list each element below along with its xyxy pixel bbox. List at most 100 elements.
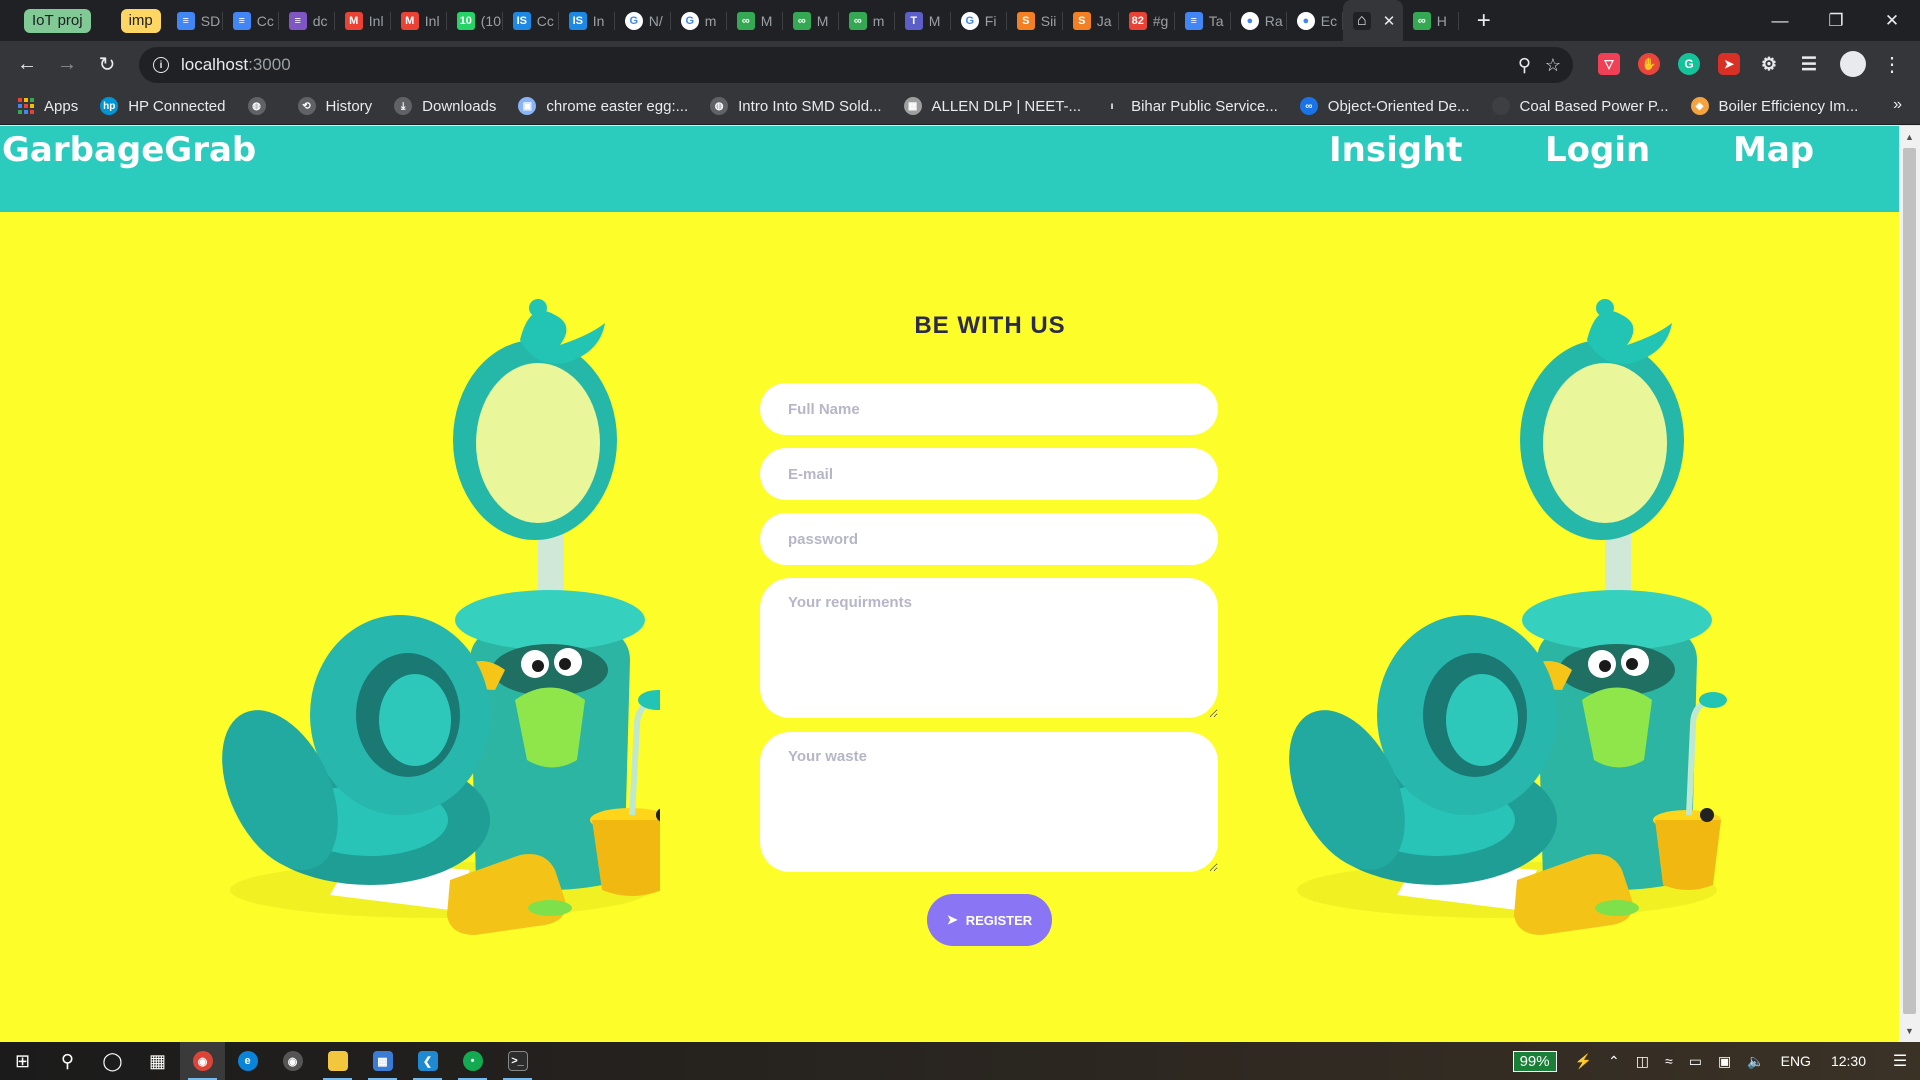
bookmark-item[interactable]: ∞ Object-Oriented De... <box>1299 97 1470 115</box>
restore-button[interactable]: ❐ <box>1808 0 1864 41</box>
bookmark-item[interactable]: Apps <box>18 98 78 115</box>
browser-tab[interactable]: S Ja <box>1063 0 1119 41</box>
browser-tab[interactable]: M Inl <box>335 0 391 41</box>
browser-tab[interactable]: G Fi <box>951 0 1007 41</box>
scrollbar-thumb[interactable] <box>1903 148 1916 1014</box>
explorer-taskbar-icon[interactable] <box>315 1042 360 1080</box>
requirements-textarea[interactable] <box>760 578 1218 718</box>
pocket-icon[interactable]: ▽ <box>1598 53 1620 75</box>
browser-tab[interactable]: ∞ m <box>839 0 895 41</box>
more-bookmarks-icon[interactable]: » <box>1893 96 1902 114</box>
chrome-taskbar-icon[interactable]: ◉ <box>180 1042 225 1080</box>
back-button[interactable]: ← <box>7 45 47 85</box>
bookmark-item[interactable]: ◍ <box>247 97 276 115</box>
site-brand[interactable]: GarbageGrab <box>2 130 256 170</box>
extension-red-icon[interactable]: ➤ <box>1718 53 1740 75</box>
browser-tab[interactable]: TM <box>895 0 951 41</box>
adblock-icon[interactable]: ✋ <box>1638 53 1660 75</box>
password-input[interactable] <box>760 513 1218 565</box>
browser-tab[interactable]: ⌂ ✕ <box>1342 0 1403 41</box>
browser-tab[interactable]: ∞ M <box>783 0 839 41</box>
browser-tab[interactable]: 10 (10 <box>447 0 503 41</box>
bookmarks-bar: Apps hp HP Connected ◍ ⟲ History ⤓ Downloads ▣ ch… <box>0 88 1920 125</box>
zoom-icon[interactable]: ⚲ <box>1518 55 1531 76</box>
browser-menu-icon[interactable]: ⋮ <box>1882 52 1902 77</box>
browser-tab[interactable]: ● Ra <box>1231 0 1287 41</box>
grammarly-icon[interactable]: G <box>1678 53 1700 75</box>
start-button[interactable]: ⊞ <box>0 1042 45 1080</box>
browser-tab[interactable]: ≡ SD <box>167 0 223 41</box>
wifi-icon[interactable]: ≈ <box>1665 1053 1673 1069</box>
tab-group-imp[interactable]: imp <box>120 8 161 33</box>
bookmark-item[interactable]: ı Bihar Public Service... <box>1103 97 1278 115</box>
address-bar[interactable]: i localhost:3000 ⚲ ☆ <box>139 47 1573 83</box>
volume-icon[interactable]: 🔈 <box>1747 1053 1764 1070</box>
browser-tab[interactable]: S Sii <box>1007 0 1063 41</box>
bookmark-item[interactable]: ◍ Intro Into SMD Sold... <box>710 97 882 115</box>
minimize-button[interactable]: — <box>1752 0 1808 41</box>
waste-textarea[interactable] <box>760 732 1218 872</box>
scroll-up-arrow[interactable]: ▲ <box>1905 132 1914 142</box>
browser-tab[interactable]: 82 #g <box>1119 0 1175 41</box>
show-hidden-icons-chevron[interactable]: ⌃ <box>1608 1053 1620 1070</box>
notifications-icon[interactable]: ☰ <box>1880 1042 1920 1080</box>
vscode-taskbar-icon[interactable]: ❮ <box>405 1042 450 1080</box>
browser-tab[interactable]: ● Ec <box>1287 0 1343 41</box>
full-name-input[interactable] <box>760 383 1218 435</box>
bookmark-item[interactable]: ⤓ Downloads <box>394 97 496 115</box>
extensions-puzzle-icon[interactable]: ⚙ <box>1758 53 1780 75</box>
display-icon[interactable]: ▣ <box>1718 1053 1731 1070</box>
language-indicator[interactable]: ENG <box>1781 1053 1811 1069</box>
calendar-taskbar-icon[interactable]: ▦ <box>360 1042 405 1080</box>
tab-group-iot[interactable]: IoT proj <box>24 8 91 33</box>
browser-tab[interactable]: M Inl <box>391 0 447 41</box>
browser-tab[interactable]: ≡ Ta <box>1175 0 1231 41</box>
browser-tab[interactable]: IS Cc <box>503 0 559 41</box>
nav-map[interactable]: Map <box>1733 130 1814 170</box>
bookmark-item[interactable]: ▦ ALLEN DLP | NEET-... <box>903 97 1081 115</box>
system-tray: 99% ⚡ ⌃ ◫ ≈ ▭ ▣ 🔈 ENG 12:30 ☰ <box>1512 1042 1920 1080</box>
email-input[interactable] <box>760 448 1218 500</box>
scroll-down-arrow[interactable]: ▼ <box>1905 1026 1914 1036</box>
mongodb-taskbar-icon[interactable]: • <box>450 1042 495 1080</box>
task-view-icon[interactable]: ▦ <box>135 1042 180 1080</box>
browser-tab[interactable]: ∞ M <box>727 0 783 41</box>
power-plug-icon[interactable]: ⚡ <box>1575 1053 1592 1070</box>
bookmark-item[interactable]: ▣ chrome easter egg:... <box>518 97 688 115</box>
edge-taskbar-icon[interactable]: e <box>225 1042 270 1080</box>
reload-button[interactable]: ↻ <box>87 45 127 85</box>
nav-insight[interactable]: Insight <box>1329 130 1463 170</box>
bookmark-star-icon[interactable]: ☆ <box>1545 55 1561 76</box>
site-info-icon[interactable]: i <box>153 57 169 73</box>
media-control-icon[interactable]: ☰ <box>1798 53 1820 75</box>
bookmark-item[interactable]: ⟲ History <box>297 97 372 115</box>
url-text[interactable]: localhost:3000 <box>181 55 291 75</box>
bookmark-item[interactable]: Coal Based Power P... <box>1491 97 1669 115</box>
new-tab-button[interactable]: + <box>1477 7 1491 35</box>
cortana-icon[interactable]: ◯ <box>90 1042 135 1080</box>
browser-tab[interactable]: ≡ dc <box>279 0 335 41</box>
bookmark-item[interactable]: hp HP Connected <box>100 97 226 115</box>
profile-avatar[interactable] <box>1840 51 1866 77</box>
close-window-button[interactable]: ✕ <box>1864 0 1920 41</box>
page-scrollbar[interactable]: ▲ ▼ <box>1899 126 1920 1042</box>
search-icon[interactable]: ⚲ <box>45 1042 90 1080</box>
device-icon[interactable]: ◫ <box>1636 1053 1649 1070</box>
terminal-taskbar-icon[interactable]: >_ <box>495 1042 540 1080</box>
battery-icon[interactable]: ▭ <box>1689 1053 1702 1070</box>
clock[interactable]: 12:30 <box>1831 1053 1866 1069</box>
tab-title: Ra <box>1264 12 1283 29</box>
browser-tab[interactable]: G N/ <box>615 0 671 41</box>
register-button[interactable]: ➤ REGISTER <box>927 894 1052 946</box>
battery-indicator[interactable]: 99% <box>1512 1050 1557 1072</box>
browser-tab[interactable]: ≡ Cc <box>223 0 279 41</box>
close-tab-icon[interactable]: ✕ <box>1383 12 1396 30</box>
bookmark-label: chrome easter egg:... <box>546 97 689 115</box>
browser-tab[interactable]: Gm <box>671 0 727 41</box>
bookmark-item[interactable]: ◆ Boiler Efficiency Im... <box>1690 97 1858 115</box>
obs-taskbar-icon[interactable]: ◉ <box>270 1042 315 1080</box>
forward-button[interactable]: → <box>47 45 87 85</box>
nav-login[interactable]: Login <box>1545 130 1650 170</box>
browser-tab[interactable]: ∞ H <box>1403 0 1459 41</box>
browser-tab[interactable]: IS In <box>559 0 615 41</box>
